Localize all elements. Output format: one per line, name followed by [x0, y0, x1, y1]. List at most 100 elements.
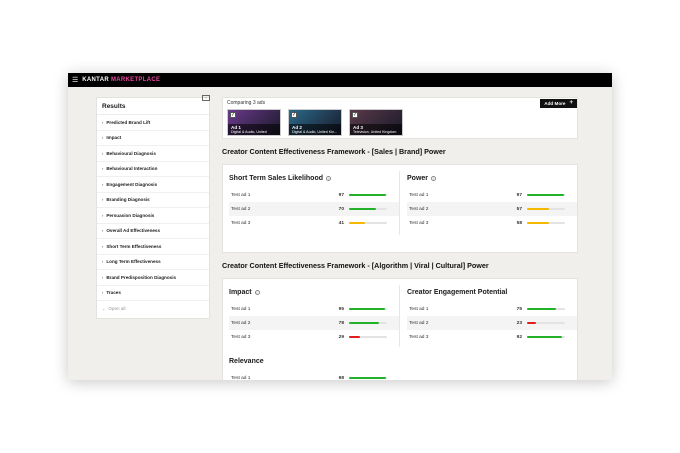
sidebar-item[interactable]: › Brand Predisposition Diagnosis: [97, 270, 209, 286]
score-value: 57: [516, 206, 522, 212]
chevron-right-icon: ›: [102, 135, 104, 141]
checkbox-icon[interactable]: ✓: [352, 112, 358, 118]
brand-logo[interactable]: KANTAR MARKETPLACE: [82, 77, 160, 83]
score-value: 75: [516, 306, 522, 312]
chevron-right-icon: ›: [102, 181, 104, 187]
chevron-right-icon: ›: [102, 119, 104, 125]
score-bar: [527, 207, 565, 211]
score-bar: [349, 321, 387, 325]
score-bar-fill: [527, 221, 550, 225]
column-divider: [399, 171, 400, 235]
score-row: Test ad 3 58: [407, 216, 577, 230]
info-icon[interactable]: i: [431, 176, 437, 181]
score-row: Test ad 1 97: [229, 188, 399, 202]
metric-block: Relevance Test ad 1 98: [229, 358, 399, 380]
metric-title-text: Short Term Sales Likelihood: [229, 175, 324, 182]
sidebar-item[interactable]: › Long Term Effectiveness: [97, 255, 209, 270]
score-bar: [349, 376, 387, 380]
checkbox-icon[interactable]: ✓: [230, 112, 236, 118]
ad-caption: Ad 1 Digital & Audio, United: [228, 124, 280, 135]
ad-name: Test ad 3: [231, 220, 251, 226]
score-value: 97: [338, 192, 344, 198]
add-more-button[interactable]: Add More +: [540, 99, 577, 108]
ad-name: Test ad 2: [409, 320, 429, 326]
score-value: 97: [516, 192, 522, 198]
score-row: Test ad 1 95: [229, 302, 399, 316]
chevron-right-icon: ›: [102, 243, 104, 249]
app-window: ☰ KANTAR MARKETPLACE Results › Predicted B…: [68, 73, 612, 380]
sidebar-item[interactable]: › Behavioural Interaction: [97, 162, 209, 177]
sidebar-item-label: Behavioural Diagnosis: [106, 150, 156, 156]
metric-block: Power i Test ad 1 97 Test ad 2 57 Test ad 3 58: [407, 175, 577, 230]
sidebar-item[interactable]: › Branding Diagnosis: [97, 193, 209, 208]
chevron-right-icon: ›: [102, 197, 104, 203]
sidebar-item[interactable]: › Engagement Diagnosis: [97, 177, 209, 193]
ad-name: Test ad 1: [409, 192, 429, 198]
score-value: 70: [338, 206, 344, 212]
metric-block: Creator Engagement Potential Test ad 1 75 T…: [407, 289, 577, 344]
sidebar-item[interactable]: › Impact: [97, 131, 209, 146]
open-all-button[interactable]: ⌄ Open all: [97, 301, 209, 316]
sidebar-item[interactable]: › Persuasion Diagnosis: [97, 208, 209, 224]
score-row: Test ad 2 70: [229, 202, 399, 216]
score-bar-fill: [349, 193, 386, 197]
ad-name: Test ad 2: [409, 206, 429, 212]
score-value: 41: [338, 220, 344, 226]
sidebar-title: Results: [97, 98, 209, 115]
sidebar-item-label: Engagement Diagnosis: [106, 181, 158, 187]
results-sidebar: Results › Predicted Brand Lift › Impact › Beh…: [96, 97, 210, 319]
ad-name: Test ad 1: [231, 375, 251, 381]
score-bar: [349, 221, 387, 225]
ad-thumbnail[interactable]: ✓ Ad 1 Digital & Audio, United: [227, 109, 281, 136]
score-value: 23: [516, 320, 522, 326]
score-bar: [527, 335, 565, 339]
score-value: 95: [338, 306, 344, 312]
section-title: Creator Content Effectiveness Framework …: [222, 147, 446, 156]
score-value: 58: [516, 220, 522, 226]
checkbox-icon[interactable]: ✓: [291, 112, 297, 118]
score-bar-fill: [349, 207, 376, 211]
sidebar-item-label: Persuasion Diagnosis: [106, 212, 155, 218]
ad-thumbnail[interactable]: ✓ Ad 2 Digital & Audio, United Kin...: [288, 109, 342, 136]
score-row: Test ad 2 23: [407, 316, 577, 330]
chevron-right-icon: ›: [102, 150, 104, 156]
collapse-sidebar-icon[interactable]: ‹: [202, 95, 210, 101]
ad-name: Test ad 2: [231, 320, 251, 326]
chevron-down-icon: ⌄: [102, 306, 106, 311]
sidebar-item-label: Overall Ad Effectiveness: [106, 228, 161, 234]
score-bar-fill: [527, 193, 564, 197]
sidebar-item[interactable]: › Overall Ad Effectiveness: [97, 224, 209, 239]
sidebar-item-label: Short Term Effectiveness: [106, 243, 162, 249]
score-row: Test ad 3 92: [407, 330, 577, 344]
ad-caption: Ad 2 Digital & Audio, United Kin...: [289, 124, 341, 135]
hamburger-icon[interactable]: ☰: [72, 77, 78, 84]
ad-subtitle: Digital & Audio, United: [231, 130, 267, 134]
info-icon[interactable]: i: [326, 176, 332, 181]
metric-title-text: Power: [407, 175, 429, 182]
chevron-right-icon: ›: [102, 228, 104, 234]
sidebar-item[interactable]: › Short Term Effectiveness: [97, 239, 209, 255]
ad-name: Test ad 2: [231, 206, 251, 212]
column-divider: [399, 285, 400, 347]
sidebar-item-label: Brand Predisposition Diagnosis: [106, 274, 177, 280]
metric-title: Power i: [407, 175, 577, 188]
score-row: Test ad 2 57: [407, 202, 577, 216]
score-bar: [527, 321, 565, 325]
ad-subtitle: Digital & Audio, United Kin...: [292, 130, 337, 134]
sidebar-item[interactable]: › Traces: [97, 286, 209, 301]
sidebar-item-label: Predicted Brand Lift: [106, 119, 151, 125]
ad-thumbnail[interactable]: ✓ Ad 3 Television, United Kingdom: [349, 109, 403, 136]
sidebar-item-label: Long Term Effectiveness: [106, 259, 161, 265]
ad-subtitle: Television, United Kingdom: [353, 130, 397, 134]
metric-title-text: Creator Engagement Potential: [407, 289, 508, 296]
info-icon[interactable]: i: [254, 290, 260, 295]
score-bar: [527, 221, 565, 225]
metric-title: Impact i: [229, 289, 399, 302]
score-bar: [349, 307, 387, 311]
score-bar: [349, 335, 387, 339]
sidebar-item[interactable]: › Behavioural Diagnosis: [97, 146, 209, 162]
sidebar-item[interactable]: › Predicted Brand Lift: [97, 115, 209, 131]
sidebar-item-label: Traces: [106, 290, 121, 296]
metric-title: Creator Engagement Potential: [407, 289, 577, 302]
sidebar-item-label: Behavioural Interaction: [106, 166, 158, 172]
